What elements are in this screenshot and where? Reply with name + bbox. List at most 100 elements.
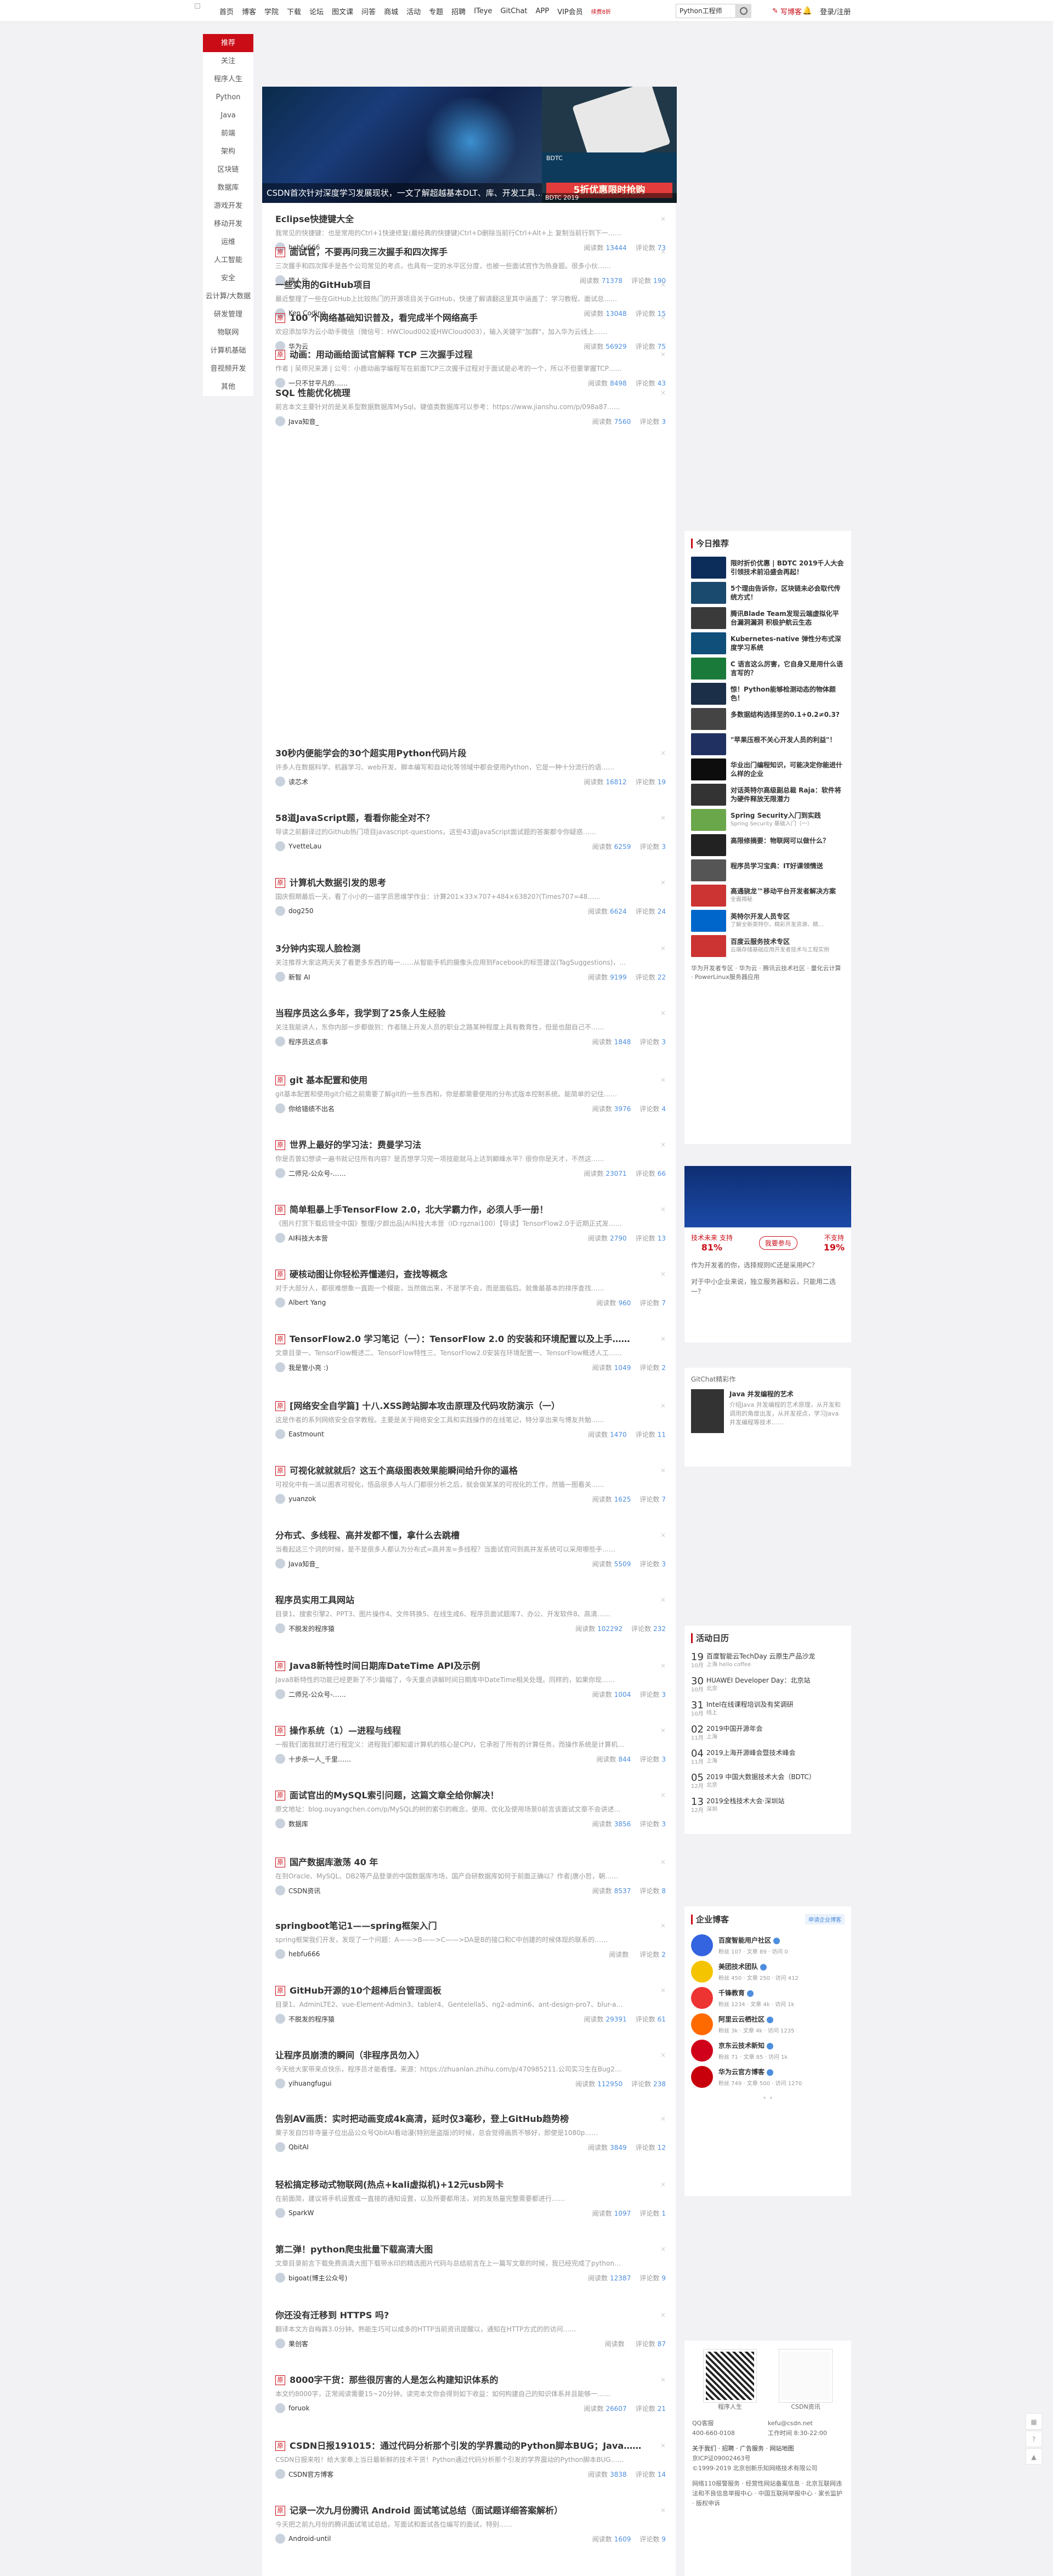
article-item[interactable]: 58道JavaScript题，看看你能全对不？ 导读之前翻译过的Github热门项…: [275, 812, 666, 852]
poll-question-1[interactable]: 作为开发者的你，选择规则IC还是采用PC？: [684, 1253, 851, 1270]
enterprise-name[interactable]: 京东云技术新知: [718, 2042, 765, 2050]
nav-item[interactable]: GitChat: [500, 7, 527, 15]
article-author[interactable]: Eastmount: [288, 1430, 588, 1438]
carousel-main[interactable]: CSDN首次针对深度学习发展现状，一文了解超越基本DLT、库、开发工具……: [262, 87, 542, 203]
article-title-text[interactable]: 3分钟内实现人脸检测: [275, 942, 360, 955]
avatar[interactable]: [275, 1949, 285, 1959]
article-item[interactable]: 第二弹！python爬虫批量下载高清大图 文章目录前言下载免费高清大图下载带水印的…: [275, 2243, 666, 2283]
article-author[interactable]: dog250: [288, 907, 588, 915]
csdn-logo[interactable]: [195, 3, 200, 9]
avatar[interactable]: [275, 1037, 285, 1046]
close-icon[interactable]: ×: [660, 944, 666, 952]
avatar[interactable]: [275, 2273, 285, 2283]
nav-item[interactable]: 图文课: [332, 6, 353, 16]
close-icon[interactable]: ×: [660, 1141, 666, 1148]
comment-count[interactable]: 评论数 3: [639, 842, 666, 851]
nav-item[interactable]: 首页: [219, 6, 234, 16]
enterprise-blog-item[interactable]: 京东云技术新知 粉丝 71 · 文章 85 · 访问 1k: [691, 2037, 845, 2064]
article-item[interactable]: 原 CSDN日报191015：通过代码分析那个引发的学界震动的Python脚本BU…: [275, 2439, 666, 2479]
close-icon[interactable]: ×: [660, 2245, 666, 2253]
nav-item[interactable]: 专题: [429, 6, 443, 16]
comment-count[interactable]: 评论数 11: [636, 1430, 666, 1439]
comment-count[interactable]: 评论数 61: [636, 2014, 666, 2024]
close-icon[interactable]: ×: [660, 749, 666, 757]
article-item[interactable]: 原 Java8新特性时间日期库DateTime API及示例 Java8新特性的功能…: [275, 1660, 666, 1700]
event-name[interactable]: 2019 中国大数据技术大会（BDTC）: [706, 1773, 816, 1781]
enterprise-logo[interactable]: [691, 1987, 713, 2009]
qr-float-icon[interactable]: ▦: [1026, 2413, 1042, 2430]
event-name[interactable]: 2019全栈技术大会·深圳站: [706, 1797, 784, 1805]
article-author[interactable]: Android-until: [288, 2535, 592, 2543]
close-icon[interactable]: ×: [660, 1986, 666, 1994]
article-item[interactable]: 告别AV画质：实时把动画变成4k高清，延时仅3毫秒，登上GitHub趋势榜 栗子发…: [275, 2113, 666, 2153]
recommend-title[interactable]: 限时折价优惠 | BDTC 2019千人大会引领技术前沿盛会再起！: [731, 559, 843, 576]
recommend-item[interactable]: "苹果压根不关心开发人员的利益"！: [691, 732, 845, 757]
close-icon[interactable]: ×: [660, 2442, 666, 2449]
article-title-text[interactable]: 30秒内便能学会的30个超实用Python代码片段: [275, 747, 466, 760]
category-item[interactable]: Python: [203, 88, 253, 106]
article-item[interactable]: springboot笔记1——spring框架入门 spring框架我们开发，发现…: [275, 1920, 666, 1960]
article-author[interactable]: 我是管小亮 :): [288, 1363, 592, 1372]
article-title-text[interactable]: 告别AV画质：实时把动画变成4k高清，延时仅3毫秒，登上GitHub趋势榜: [275, 2113, 569, 2126]
article-title-text[interactable]: springboot笔记1——spring框架入门: [275, 1920, 437, 1933]
avatar[interactable]: [275, 1623, 285, 1633]
event-name[interactable]: Intel在线课程培训及有奖调研: [706, 1700, 794, 1709]
avatar[interactable]: [275, 2403, 285, 2413]
article-author[interactable]: yihuangfugui: [288, 2080, 575, 2087]
avatar[interactable]: [275, 1494, 285, 1504]
article-title[interactable]: Eclipse快捷键大全: [275, 213, 666, 226]
article-title-text[interactable]: 面试官，不要再问我三次握手和四次挥手: [290, 246, 448, 259]
article-author[interactable]: CSDN官方博客: [288, 2470, 588, 2479]
article-title[interactable]: 原 8000字干货：那些很厉害的人是怎么构建知识体系的: [275, 2374, 666, 2387]
comment-count[interactable]: 评论数 9: [639, 2273, 666, 2283]
category-item[interactable]: 运维: [203, 233, 253, 251]
category-item[interactable]: 物联网: [203, 324, 253, 342]
article-title[interactable]: 原操作系统（1）—进程与线程: [275, 1724, 666, 1737]
comment-count[interactable]: 评论数 43: [636, 378, 666, 388]
comment-count[interactable]: 评论数 7: [639, 1494, 666, 1504]
avatar[interactable]: [275, 1233, 285, 1243]
article-author[interactable]: Java知音_: [288, 417, 592, 426]
event-name[interactable]: 百度智能云TechDay 云原生产品沙龙: [706, 1652, 815, 1661]
article-title-text[interactable]: 你还没有迁移到 HTTPS 吗?: [275, 2309, 389, 2322]
avatar[interactable]: [275, 2534, 285, 2544]
comment-count[interactable]: 评论数 3: [639, 1559, 666, 1569]
article-title[interactable]: 原 GitHub开源的10个超棒后台管理面板: [275, 1984, 666, 1997]
article-title[interactable]: 原面试官出的MySQL索引问题，这篇文章全给你解决！: [275, 1789, 666, 1802]
article-title[interactable]: 当程序员这么多年，我学到了25条人生经验: [275, 1007, 666, 1020]
article-item[interactable]: 原 TensorFlow2.0 学习笔记（一）：TensorFlow 2.0 的安…: [275, 1333, 666, 1373]
search-icon[interactable]: [736, 4, 751, 18]
comment-count[interactable]: 评论数 14: [636, 2470, 666, 2479]
gitchat-book-name[interactable]: Java 并发编程的艺术: [729, 1389, 845, 1399]
article-author[interactable]: SparkW: [288, 2209, 592, 2217]
avatar[interactable]: [275, 1754, 285, 1764]
recommend-title[interactable]: 多数据结构选择至的0.1+0.2≠0.3?: [731, 711, 840, 718]
event-item[interactable]: 05 12月 2019 中国大数据技术大会（BDTC） 北京: [691, 1773, 845, 1794]
recommend-thumbnail[interactable]: [691, 557, 726, 579]
recommend-thumbnail[interactable]: [691, 885, 726, 907]
article-item[interactable]: 程序员实用工具网站 目录1、搜索引擎2、PPT3、图片操作4、文件转换5、在线生成…: [275, 1594, 666, 1634]
comment-count[interactable]: 评论数 3: [639, 1690, 666, 1699]
article-title[interactable]: 轻松搞定移动式物联网(热点+kali虚拟机)+12元usb网卡: [275, 2178, 666, 2192]
avatar[interactable]: [275, 2469, 285, 2479]
comment-count[interactable]: 评论数 24: [636, 907, 666, 916]
close-icon[interactable]: ×: [660, 2311, 666, 2319]
recommend-title[interactable]: 百度云服务技术专区: [731, 938, 790, 946]
article-item[interactable]: 原硬核动图让你轻松弄懂递归，查找等概念 对于大部分人，都很难想象一直跑一个模能，当…: [275, 1268, 666, 1308]
article-title[interactable]: 告别AV画质：实时把动画变成4k高清，延时仅3毫秒，登上GitHub趋势榜: [275, 2113, 666, 2126]
recommend-item[interactable]: 高限修摘要：物联网可以做什么？: [691, 833, 845, 858]
article-title-text[interactable]: TensorFlow2.0 学习笔记（一）：TensorFlow 2.0 的安装…: [290, 1333, 630, 1346]
article-title[interactable]: 程序员实用工具网站: [275, 1594, 666, 1607]
close-icon[interactable]: ×: [660, 215, 666, 223]
article-title[interactable]: 原记录一次九月份腾讯 Android 面试笔试总结（面试题详细答案解析）: [275, 2504, 666, 2517]
recommend-item[interactable]: 高通骁龙™移动平台开发者解决方案 全面揭秘: [691, 883, 845, 908]
article-title-text[interactable]: Java8新特性时间日期库DateTime API及示例: [290, 1660, 480, 1673]
nav-item[interactable]: 学院: [264, 6, 279, 16]
close-icon[interactable]: ×: [660, 1662, 666, 1669]
category-item[interactable]: 音视频开发: [203, 360, 253, 378]
close-icon[interactable]: ×: [660, 1205, 666, 1213]
article-title[interactable]: 原面试官，不要再问我三次握手和四次挥手: [275, 246, 666, 259]
category-item[interactable]: 关注: [203, 52, 253, 70]
close-icon[interactable]: ×: [660, 2051, 666, 2059]
comment-count[interactable]: 评论数 21: [636, 2404, 666, 2413]
